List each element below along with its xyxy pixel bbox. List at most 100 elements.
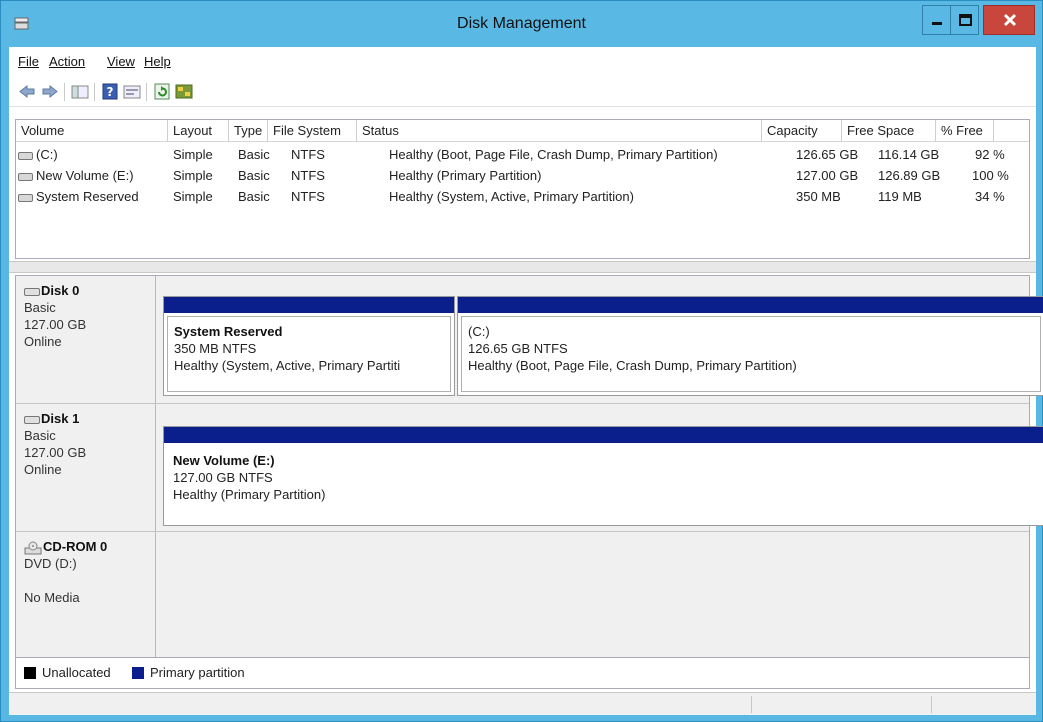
disk-kind: Basic: [24, 300, 56, 315]
menu-action-label: Action: [49, 54, 86, 69]
volume-icon: [18, 151, 33, 160]
disk-row-cd-rom-0[interactable]: CD-ROM 0 DVD (D:) No Media: [16, 532, 1029, 666]
partition-size: 127.00 GB NTFS: [173, 470, 273, 485]
maximize-button[interactable]: [950, 5, 979, 35]
menu-bar: File Action View Help: [9, 47, 1036, 77]
disk-name: Disk 0: [24, 282, 155, 299]
free-space-cell: 119 MB: [878, 189, 922, 204]
column-header-status[interactable]: Status: [357, 120, 762, 142]
type-cell: Basic: [238, 189, 270, 204]
status-cell: Healthy (System, Active, Primary Partiti…: [389, 189, 634, 204]
toolbar-separator: [64, 83, 65, 101]
disk-info[interactable]: Disk 0 Basic 127.00 GB Online: [16, 276, 156, 403]
volume-icon: [18, 172, 33, 181]
volume-row[interactable]: New Volume (E:) Simple Basic NTFS Health…: [16, 165, 1029, 186]
partition-size: 350 MB NTFS: [174, 341, 257, 356]
disk-row-disk-1[interactable]: Disk 1 Basic 127.00 GB Online New Volume…: [16, 404, 1043, 532]
volume-name: (C:): [36, 147, 58, 162]
disk-title: Disk 0: [41, 283, 80, 298]
volume-list[interactable]: Volume Layout Type File System Status Ca…: [15, 119, 1030, 259]
percent-free-cell: 34 %: [975, 189, 1005, 204]
disk-info[interactable]: Disk 1 Basic 127.00 GB Online: [16, 404, 156, 531]
title-bar[interactable]: Disk Management: [1, 1, 1042, 47]
disk-state: Online: [24, 334, 62, 349]
minimize-button[interactable]: [922, 5, 950, 35]
partition-system-reserved[interactable]: System Reserved 350 MB NTFS Healthy (Sys…: [163, 296, 455, 396]
svg-text:?: ?: [107, 85, 114, 99]
minimize-icon: [932, 22, 942, 25]
capacity-cell: 126.65 GB: [796, 147, 859, 162]
column-header-layout[interactable]: Layout: [168, 120, 229, 142]
disk-info[interactable]: CD-ROM 0 DVD (D:) No Media: [16, 532, 156, 666]
type-cell: Basic: [238, 168, 270, 183]
partition-title: (C:): [468, 324, 490, 339]
menu-file[interactable]: File: [18, 54, 39, 69]
layout-cell: Simple: [173, 189, 213, 204]
volume-cell: New Volume (E:): [18, 165, 134, 186]
menu-file-label: File: [18, 54, 39, 69]
show-hide-console-tree-icon[interactable]: [71, 83, 89, 100]
legend-primary-partition-label: Primary partition: [150, 665, 245, 680]
disk-state: Online: [24, 462, 62, 477]
column-header-file-system[interactable]: File System: [268, 120, 357, 142]
toolbar: ?: [9, 77, 1036, 107]
status-bar-separator: [931, 696, 932, 713]
back-icon[interactable]: [18, 83, 36, 100]
partition-title: New Volume (E:): [173, 453, 275, 468]
partition-details: New Volume (E:) 127.00 GB NTFS Healthy (…: [167, 446, 1041, 522]
column-header-free-space[interactable]: Free Space: [842, 120, 936, 142]
layout-cell: Simple: [173, 168, 213, 183]
disk-graph-view: Disk 0 Basic 127.00 GB Online System Res…: [15, 275, 1043, 666]
column-header-type[interactable]: Type: [229, 120, 268, 142]
forward-icon[interactable]: [41, 83, 59, 100]
column-header-capacity[interactable]: Capacity: [762, 120, 842, 142]
disk-name: CD-ROM 0: [24, 538, 155, 555]
percent-free-cell: 92 %: [975, 147, 1005, 162]
partition-status: Healthy (Primary Partition): [173, 487, 326, 502]
partition-c[interactable]: (C:) 126.65 GB NTFS Healthy (Boot, Page …: [457, 296, 1043, 396]
disk-kind: Basic: [24, 428, 56, 443]
help-icon[interactable]: ?: [101, 83, 119, 100]
disk-settings-icon[interactable]: [175, 83, 193, 100]
partition-size: 126.65 GB NTFS: [468, 341, 568, 356]
toolbar-separator: [146, 83, 147, 101]
primary-partition-swatch: [132, 667, 144, 679]
menu-help[interactable]: Help: [144, 54, 171, 69]
disk-name: Disk 1: [24, 410, 155, 427]
pane-splitter[interactable]: [9, 261, 1036, 273]
close-icon: [1003, 13, 1017, 27]
disk-state: No Media: [24, 590, 80, 605]
partition-new-volume-e[interactable]: New Volume (E:) 127.00 GB NTFS Healthy (…: [163, 426, 1043, 526]
disk-title: CD-ROM 0: [43, 539, 108, 554]
refresh-icon[interactable]: [153, 83, 171, 100]
volume-row[interactable]: System Reserved Simple Basic NTFS Health…: [16, 186, 1029, 207]
close-button[interactable]: [983, 5, 1035, 35]
menu-view[interactable]: View: [107, 54, 135, 69]
toolbar-separator: [94, 83, 95, 101]
status-bar-separator: [751, 696, 752, 713]
volume-icon: [18, 193, 33, 202]
status-cell: Healthy (Primary Partition): [389, 168, 542, 183]
partition-details: System Reserved 350 MB NTFS Healthy (Sys…: [167, 316, 451, 392]
column-header-volume[interactable]: Volume: [16, 120, 168, 142]
volume-row[interactable]: (C:) Simple Basic NTFS Healthy (Boot, Pa…: [16, 144, 1029, 165]
legend-unallocated-label: Unallocated: [42, 665, 111, 680]
unallocated-swatch: [24, 667, 36, 679]
disk-size: 127.00 GB: [24, 317, 87, 332]
window-title: Disk Management: [457, 15, 586, 32]
disk-size: 127.00 GB: [24, 445, 87, 460]
menu-view-label: View: [107, 54, 135, 69]
menu-action[interactable]: Action: [49, 54, 85, 69]
column-header-percent-free[interactable]: % Free: [936, 120, 994, 142]
primary-partition-bar: [164, 297, 454, 313]
volume-name: New Volume (E:): [36, 168, 134, 183]
volume-cell: System Reserved: [18, 186, 139, 207]
partition-details: (C:) 126.65 GB NTFS Healthy (Boot, Page …: [461, 316, 1041, 392]
disk-row-disk-0[interactable]: Disk 0 Basic 127.00 GB Online System Res…: [16, 276, 1043, 404]
legend: Unallocated Primary partition: [15, 657, 1030, 689]
disk-kind: DVD (D:): [24, 556, 77, 571]
file-system-cell: NTFS: [291, 147, 325, 162]
properties-icon[interactable]: [123, 83, 141, 100]
percent-free-cell: 100 %: [972, 168, 1009, 183]
disk-management-window: Disk Management File Action View Help ?: [0, 0, 1043, 722]
